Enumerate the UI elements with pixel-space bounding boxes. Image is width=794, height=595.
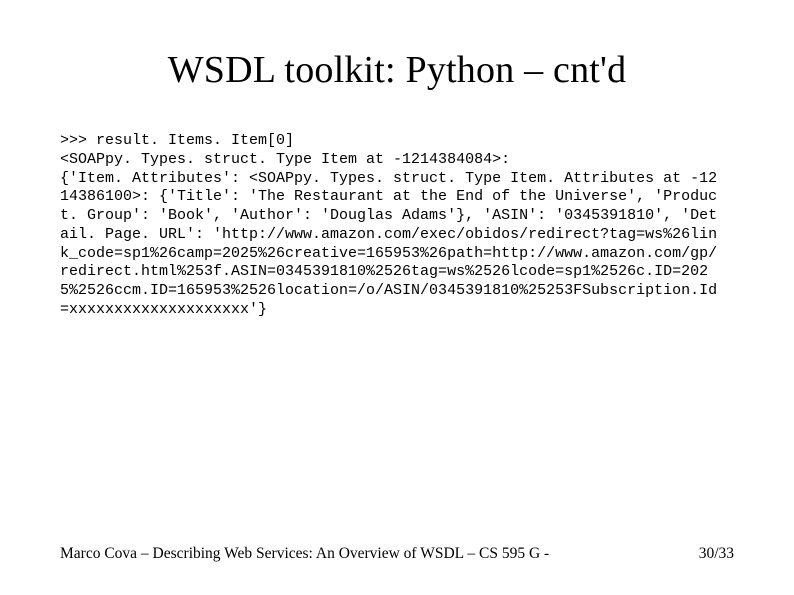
code-block: >>> result. Items. Item[0] <SOAPpy. Type…	[0, 132, 794, 320]
slide: WSDL toolkit: Python – cnt'd >>> result.…	[0, 0, 794, 595]
footer-page-number: 30/33	[699, 545, 734, 563]
footer-left: Marco Cova – Describing Web Services: An…	[60, 545, 549, 563]
slide-title: WSDL toolkit: Python – cnt'd	[0, 0, 794, 132]
footer: Marco Cova – Describing Web Services: An…	[60, 545, 734, 563]
